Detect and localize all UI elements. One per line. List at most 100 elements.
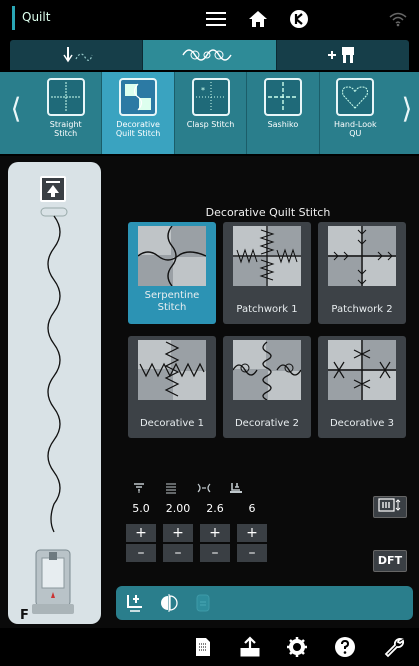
jukibrand-icon[interactable] [286, 6, 312, 32]
plus-foot-icon [327, 47, 354, 63]
category-hand-look-quilt[interactable]: Hand-Look QU [320, 72, 391, 154]
parameter-steppers: + – + – + – + – [126, 524, 274, 564]
stitch-width-minus-button[interactable]: – [200, 544, 230, 562]
stitch-label: Decorative 1 [139, 418, 205, 429]
tab-utility-stitches[interactable] [10, 40, 144, 70]
mirror-image-icon [161, 594, 178, 612]
stitch-width-stepper: + – [200, 524, 230, 564]
presser-foot-graphic [32, 549, 74, 614]
stitch-length-stepper: + – [163, 524, 193, 564]
help-icon[interactable] [332, 634, 358, 660]
straight-stitch-thumbnail [46, 78, 85, 116]
stitch-label: Decorative 2 [234, 418, 300, 429]
stitch-label: Patchwork 1 [236, 304, 298, 315]
stitch-width-plus-button[interactable]: + [200, 524, 230, 542]
tension-plus-button[interactable]: + [126, 524, 156, 542]
stitch-decorative-2[interactable]: Decorative 2 [223, 336, 311, 438]
tension-minus-button[interactable]: – [126, 544, 156, 562]
settings-icon[interactable] [284, 634, 310, 660]
stitch-grid: Serpentine Stitch Patchwork 1 Patchwork … [128, 222, 408, 438]
stitch-settings-icon [378, 498, 401, 512]
wrench-icon[interactable] [381, 634, 407, 660]
sashiko-thumbnail [263, 78, 302, 116]
status-bar: Quilt [0, 0, 419, 36]
stitch-label: Decorative 3 [329, 418, 395, 429]
presser-pressure-minus-button[interactable]: – [237, 544, 267, 562]
category-decorative-quilt-stitch[interactable]: Decorative Quilt Stitch [102, 72, 175, 154]
program-button[interactable] [186, 588, 220, 618]
category-straight-stitch[interactable]: Straight Stitch [30, 72, 103, 154]
stitch-serpentine[interactable]: Serpentine Stitch [128, 222, 216, 324]
main-area: F Decorative Quilt Stitch Serpentine Sti… [0, 156, 419, 628]
stitch-decorative-3[interactable]: Decorative 3 [318, 336, 406, 438]
strip-next-arrow[interactable]: ⟩ [397, 92, 417, 125]
stitch-preview-panel: F [8, 162, 101, 624]
tab-decorative-stitches[interactable] [143, 40, 277, 70]
menu-icon[interactable] [203, 6, 229, 32]
needle-down-icon [127, 595, 142, 612]
export-icon[interactable] [237, 634, 263, 660]
category-tabs [10, 40, 409, 70]
decorative-stitch-icon [182, 49, 233, 61]
tab-add-presser-foot[interactable] [277, 40, 409, 70]
needle-stitch-icon [63, 47, 93, 63]
stitch-thumbnail [233, 226, 301, 286]
tension-value: 5.0 [132, 502, 150, 515]
mode-label: Quilt [22, 10, 51, 24]
needle-position-button[interactable] [118, 588, 152, 618]
tension-icon [126, 482, 152, 496]
mirror-image-button[interactable] [152, 588, 186, 618]
presser-foot-pressure-icon [224, 482, 250, 496]
stitch-thumbnail [138, 340, 206, 400]
stitch-parameter-icons [126, 482, 256, 496]
stitch-category-strip: ⟨ Straight Stitch Decorative Quilt Stitc… [0, 72, 419, 154]
svg-text:*: * [201, 86, 205, 95]
stitch-group-title: Decorative Quilt Stitch [205, 206, 331, 219]
stitch-width-value: 2.6 [206, 502, 224, 515]
stitch-thumbnail [328, 340, 396, 400]
stitch-preview-graphic [40, 207, 68, 533]
stitch-edit-toolbar [116, 586, 413, 620]
category-label: Clasp Stitch [186, 120, 235, 129]
presser-foot-letter: F [20, 608, 29, 623]
presser-foot-pressure-value: 6 [248, 502, 256, 515]
clasp-stitch-thumbnail: * [191, 78, 230, 116]
decorative-quilt-thumbnail [119, 78, 158, 116]
stitch-thumbnail [328, 226, 396, 286]
strip-prev-arrow[interactable]: ⟨ [6, 92, 26, 125]
file-icon[interactable] [190, 634, 216, 660]
stitch-label: Serpentine Stitch [144, 290, 200, 313]
stitch-length-value: 2.00 [165, 502, 191, 515]
stitch-label: Patchwork 2 [331, 304, 393, 315]
stitch-length-minus-button[interactable]: – [163, 544, 193, 562]
stitch-settings-button[interactable] [373, 496, 407, 518]
wifi-icon [385, 6, 411, 32]
stitch-parameter-values: 5.0 2.00 2.6 6 [126, 502, 286, 515]
presser-pressure-plus-button[interactable]: + [237, 524, 267, 542]
stitch-thumbnail [233, 340, 301, 400]
category-label: Straight Stitch [49, 120, 82, 138]
category-clasp-stitch[interactable]: * Clasp Stitch [175, 72, 248, 154]
category-label: Sashiko [267, 120, 299, 129]
presser-pressure-stepper: + – [237, 524, 267, 564]
category-sashiko[interactable]: Sashiko [247, 72, 320, 154]
category-label: Hand-Look QU [333, 120, 377, 138]
stitch-length-plus-button[interactable]: + [163, 524, 193, 542]
stitch-patchwork-2[interactable]: Patchwork 2 [318, 222, 406, 324]
stitch-length-icon [159, 482, 185, 496]
stitch-patchwork-1[interactable]: Patchwork 1 [223, 222, 311, 324]
home-icon[interactable] [245, 6, 271, 32]
mirror-toggle-button[interactable] [40, 176, 66, 202]
stitch-thumbnail [138, 226, 206, 286]
stitch-decorative-1[interactable]: Decorative 1 [128, 336, 216, 438]
default-settings-button[interactable]: DFT [373, 550, 407, 572]
tension-stepper: + – [126, 524, 156, 564]
program-icon [196, 594, 210, 612]
mode-accent [12, 6, 15, 30]
bottom-nav [0, 628, 419, 666]
mirror-up-icon [46, 181, 60, 197]
stitch-category-list: Straight Stitch Decorative Quilt Stitch … [30, 72, 391, 154]
category-label: Decorative Quilt Stitch [115, 120, 161, 138]
stitch-width-icon [191, 482, 217, 496]
hand-look-thumbnail [336, 78, 375, 116]
